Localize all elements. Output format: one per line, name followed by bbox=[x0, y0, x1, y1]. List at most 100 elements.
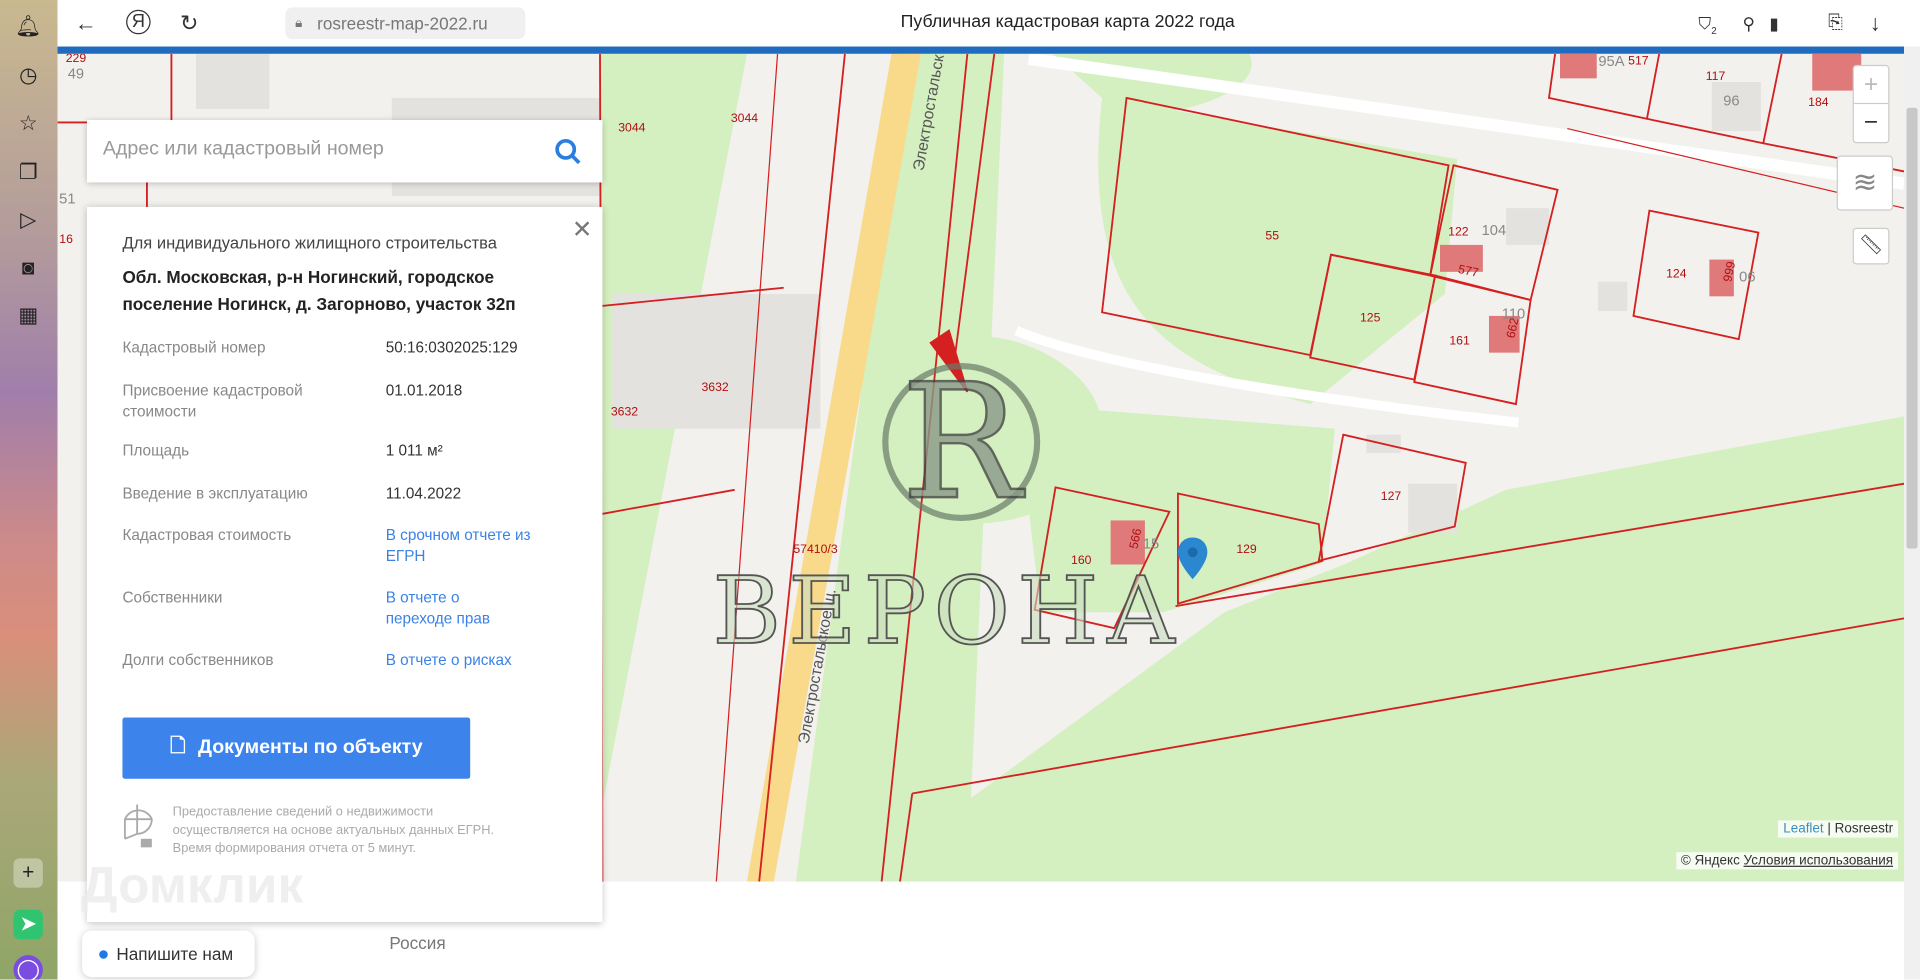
add-panel-icon[interactable]: + bbox=[13, 858, 43, 888]
row-label: Кадастровый номер bbox=[122, 339, 266, 357]
yandex-icon[interactable]: Я bbox=[126, 9, 151, 35]
building bbox=[1506, 208, 1549, 245]
scrollbar-thumb[interactable] bbox=[1906, 107, 1918, 549]
zoom-in-button[interactable]: + bbox=[1853, 66, 1889, 105]
play-icon[interactable]: ▷ bbox=[13, 206, 42, 235]
map-label: 161 bbox=[1449, 334, 1470, 349]
map-label: 3632 bbox=[610, 405, 639, 420]
lock-icon: 🔒︎ bbox=[295, 15, 303, 31]
commissioning-date: 11.04.2022 bbox=[385, 484, 462, 503]
search-box[interactable]: Адрес или кадастровый номер bbox=[86, 120, 603, 183]
camera-icon[interactable]: ◙ bbox=[13, 253, 42, 282]
online-dot bbox=[99, 950, 108, 959]
map-label: 49 bbox=[67, 64, 85, 83]
map-label: 104 bbox=[1481, 221, 1507, 239]
scrollbar[interactable] bbox=[1904, 46, 1920, 980]
documents-button[interactable]: 🗋 Документы по объекту bbox=[122, 717, 471, 779]
search-input[interactable]: Адрес или кадастровый номер bbox=[103, 138, 384, 160]
debts-link[interactable]: В отчете о рисках bbox=[386, 650, 512, 671]
row-label: Кадастровая стоимость bbox=[122, 526, 292, 544]
layers-icon: ≋ bbox=[1852, 166, 1878, 200]
yandex-attribution: © Яндекс Условия использования bbox=[1675, 852, 1898, 870]
star-icon[interactable]: ☆ bbox=[13, 109, 42, 138]
parcel-purpose: Для индивидуального жилищного строительс… bbox=[122, 233, 497, 253]
chat-label: Напишите нам bbox=[116, 944, 234, 964]
back-icon[interactable]: ← bbox=[75, 10, 97, 37]
building bbox=[195, 53, 270, 109]
zoom-control: + − bbox=[1852, 64, 1890, 144]
ruler-icon: 📏︎ bbox=[1858, 235, 1884, 256]
map-label: 124 bbox=[1666, 267, 1687, 282]
messenger-icon[interactable]: ➤ bbox=[13, 909, 43, 940]
map-label: 55 bbox=[1265, 229, 1280, 244]
green-area bbox=[587, 53, 747, 882]
search-icon[interactable] bbox=[555, 138, 582, 165]
reload-icon[interactable]: ↻ bbox=[180, 10, 198, 37]
browser-sidebar: 🔔︎ ◷ ☆ ❐ ▷ ◙ ▦ + ➤ ◯ bbox=[0, 0, 58, 980]
bookmark-icon[interactable]: ▮ bbox=[1769, 10, 1778, 37]
browser-toolbar: ← Я ↻ 🔒︎ rosreestr-map-2022.ru Публичная … bbox=[57, 0, 1920, 47]
close-icon[interactable]: ✕ bbox=[572, 214, 593, 245]
verona-watermark: ВЕРОНА bbox=[712, 555, 1184, 666]
download-icon[interactable]: ↓ bbox=[1870, 10, 1881, 37]
area-value: 1 011 м² bbox=[385, 442, 443, 460]
layers-button[interactable]: ≋ bbox=[1836, 155, 1894, 211]
zoom-out-button[interactable]: − bbox=[1854, 104, 1888, 141]
building bbox=[612, 293, 821, 429]
collections-icon[interactable]: ❐ bbox=[13, 158, 42, 187]
row-label: Введение в эксплуатацию bbox=[122, 484, 308, 503]
terms-link[interactable]: Условия использования bbox=[1744, 853, 1894, 868]
map-label: 122 bbox=[1448, 225, 1469, 240]
footer-country[interactable]: Россия bbox=[389, 933, 445, 953]
row-label: Долги собственников bbox=[122, 651, 274, 669]
map-label: 51 bbox=[59, 189, 76, 207]
svg-text:R: R bbox=[901, 349, 1025, 535]
map-label: 3044 bbox=[618, 121, 646, 136]
map-label: 16 bbox=[59, 233, 73, 247]
map-attribution: Leaflet | Rosreestr bbox=[1778, 820, 1898, 838]
map-label: 127 bbox=[1380, 490, 1402, 504]
parcel-address: Обл. Московская, р-н Ногинский, городско… bbox=[122, 266, 516, 314]
page-title: Публичная кадастровая карта 2022 года bbox=[900, 12, 1235, 32]
ruler-button[interactable]: 📏︎ bbox=[1852, 227, 1890, 265]
page-header-strip bbox=[57, 46, 1905, 54]
map-label: 06 bbox=[1739, 268, 1756, 286]
chat-button[interactable]: Напишите нам bbox=[82, 930, 255, 978]
map-label: 3632 bbox=[701, 381, 729, 395]
map-label: 129 bbox=[1236, 543, 1257, 557]
history-icon[interactable]: ◷ bbox=[13, 61, 42, 90]
protect-icon[interactable]: ⛉2 bbox=[1698, 10, 1716, 45]
url-text: rosreestr-map-2022.ru bbox=[317, 13, 488, 34]
row-label: Присвоение кадастровой стоимости bbox=[122, 382, 303, 421]
cadastral-value-link[interactable]: В срочном отчете из ЕГРН bbox=[386, 525, 533, 567]
domclick-watermark: Домклик bbox=[80, 855, 304, 914]
verona-logo-watermark: R bbox=[882, 348, 1041, 536]
address-bar[interactable]: 🔒︎ rosreestr-map-2022.ru bbox=[285, 7, 526, 40]
egrn-lock-icon bbox=[123, 804, 153, 848]
apps-grid-icon[interactable]: ▦ bbox=[13, 301, 42, 330]
row-label: Собственники bbox=[122, 588, 223, 607]
badge-count: 2 bbox=[1711, 25, 1717, 37]
map-label: 96 bbox=[1723, 91, 1740, 109]
location-icon[interactable]: ⚲ bbox=[1742, 10, 1755, 37]
document-icon: 🗋 bbox=[170, 735, 186, 757]
map-label: 15 bbox=[1142, 535, 1160, 553]
parcel-info-panel: ✕ Для индивидуального жилищного строител… bbox=[81, 206, 603, 923]
building bbox=[1408, 483, 1458, 533]
documents-button-label: Документы по объекту bbox=[198, 737, 423, 758]
owners-link[interactable]: В отчете о переходе прав bbox=[386, 588, 521, 630]
cadastral-number: 50:16:0302025:129 bbox=[385, 339, 518, 357]
map-label: 117 bbox=[1705, 70, 1726, 84]
parcel-boundary bbox=[715, 53, 779, 882]
map-label: 110 bbox=[1501, 304, 1526, 323]
rosreestr-attribution: Rosreestr bbox=[1834, 821, 1894, 837]
valuation-date: 01.01.2018 bbox=[385, 382, 463, 400]
alice-icon[interactable]: ◯ bbox=[13, 955, 43, 980]
bell-icon[interactable]: 🔔︎ bbox=[13, 12, 42, 41]
leaflet-link[interactable]: Leaflet bbox=[1783, 822, 1823, 837]
yandex-copyright: © Яндекс bbox=[1680, 853, 1740, 869]
map-label: 3044 bbox=[730, 112, 759, 126]
building-registered bbox=[1560, 53, 1597, 79]
reader-icon[interactable]: ⎘ bbox=[1828, 10, 1843, 37]
green-area bbox=[1098, 97, 1458, 405]
